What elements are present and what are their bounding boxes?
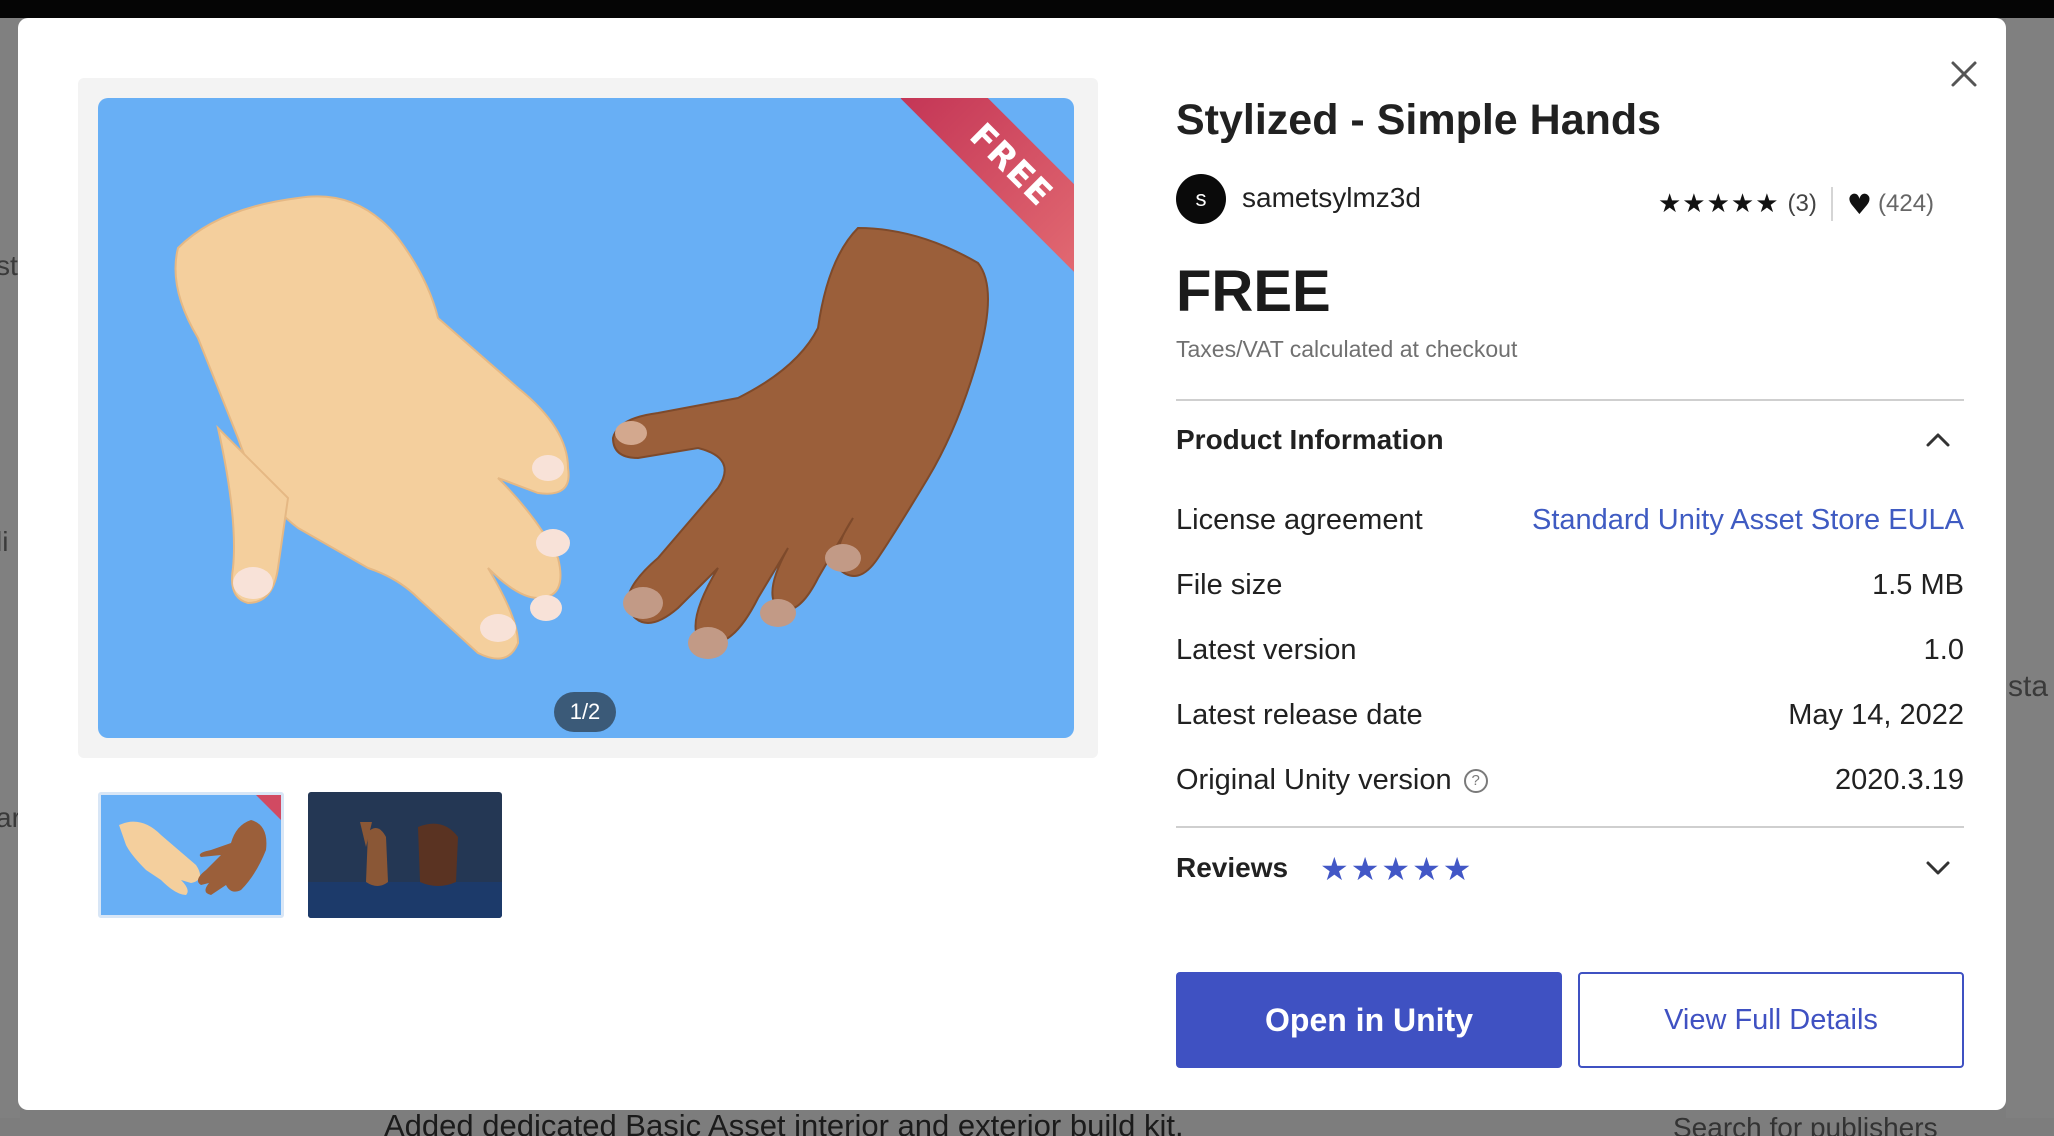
info-label: File size: [1176, 569, 1283, 601]
info-value: 2020.3.19: [1834, 764, 1964, 796]
license-link[interactable]: Standard Unity Asset Store EULA: [1532, 504, 1964, 537]
background-text: Added dedicated Basic Asset interior and…: [384, 1108, 1184, 1136]
info-row-unity-version: Original Unity version ? 2020.3.19: [1176, 764, 1964, 804]
background-fragment: st: [0, 250, 18, 281]
publisher-avatar[interactable]: s: [1176, 174, 1226, 224]
likes-count: (424): [1878, 190, 1935, 217]
close-button[interactable]: [1938, 48, 1990, 100]
close-icon: [1951, 61, 1977, 87]
divider: [1176, 399, 1964, 401]
info-label: Original Unity version: [1176, 764, 1452, 796]
open-in-unity-button[interactable]: Open in Unity: [1176, 972, 1562, 1068]
rating-divider: [1830, 187, 1833, 221]
info-row-release-date: Latest release date May 14, 2022: [1176, 699, 1964, 739]
chevron-up-icon: [1926, 433, 1950, 447]
thumbnail-image: [308, 822, 502, 918]
info-row-license: License agreement Standard Unity Asset S…: [1176, 504, 1964, 544]
reviews-heading[interactable]: Reviews: [1176, 852, 1288, 884]
background-search-hint: Search for publishers: [1673, 1112, 1938, 1136]
publisher-link[interactable]: sametsylmz3d: [1242, 182, 1421, 214]
product-quick-view-modal: FREE 1/2 Stylized - Simple Hands s samet…: [18, 18, 2006, 1110]
background-fragment: li: [0, 526, 9, 557]
background-fragment: sta: [2008, 670, 2049, 703]
info-value: May 14, 2022: [1788, 699, 1964, 731]
expand-reviews-button[interactable]: [1920, 850, 1956, 886]
tax-note: Taxes/VAT calculated at checkout: [1176, 336, 1518, 362]
gallery-thumbnail-2[interactable]: [308, 792, 502, 918]
background-right-strip: sta: [2006, 18, 2054, 1118]
info-label: Latest release date: [1176, 699, 1423, 731]
help-icon[interactable]: ?: [1463, 768, 1488, 793]
collapse-product-info-button[interactable]: [1920, 422, 1956, 458]
main-product-image[interactable]: FREE 1/2: [98, 98, 1074, 738]
info-row-latest-version: Latest version 1.0: [1176, 634, 1964, 674]
thumbnail-image: [119, 795, 281, 895]
info-row-file-size: File size 1.5 MB: [1176, 569, 1964, 609]
info-label-with-help: Original Unity version ?: [1176, 764, 1488, 797]
product-title: Stylized - Simple Hands: [1176, 96, 1662, 144]
rating-count: (3): [1787, 190, 1817, 217]
price: FREE: [1176, 259, 1331, 324]
rating-summary: ★★★★★ (3) ♥ (424): [1658, 186, 1934, 222]
review-stars-icon: ★★★★★: [1320, 850, 1474, 888]
view-full-details-button[interactable]: View Full Details: [1578, 972, 1964, 1068]
hands-illustration: [174, 195, 989, 660]
background-top-bar: [0, 0, 2054, 18]
info-label: Latest version: [1176, 634, 1357, 666]
info-value: 1.0: [1923, 634, 1964, 666]
heart-icon[interactable]: ♥: [1847, 188, 1872, 221]
product-information-heading[interactable]: Product Information: [1176, 424, 1444, 456]
chevron-down-icon: [1926, 861, 1950, 875]
background-left-strip: st li ar: [0, 18, 21, 1118]
image-page-indicator: 1/2: [554, 692, 616, 732]
info-label: License agreement: [1176, 504, 1423, 536]
info-value: 1.5 MB: [1872, 569, 1964, 601]
divider: [1176, 826, 1964, 828]
gallery-thumbnail-1[interactable]: [98, 792, 284, 918]
rating-stars-icon[interactable]: ★★★★★: [1658, 189, 1780, 219]
